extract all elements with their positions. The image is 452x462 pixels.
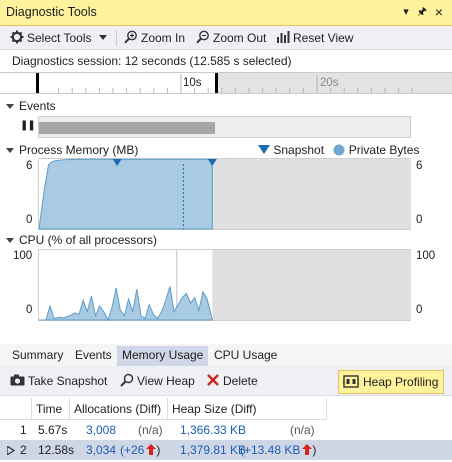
ruler-label-20s: 20s — [320, 77, 339, 89]
session-summary: Diagnostics session: 12 seconds (12.585 … — [12, 54, 292, 68]
window-title: Diagnostic Tools — [6, 5, 97, 19]
heap-size-diff-cell: (+13.48 KB) — [240, 443, 317, 457]
ruler-label-10s: 10s — [183, 77, 202, 89]
zoom-in-label: Zoom In — [141, 31, 186, 45]
events-bar[interactable] — [39, 122, 215, 134]
memory-actions-bar: Take Snapshot View Heap Delete Heap Prof… — [0, 366, 452, 396]
increase-arrow-icon — [302, 444, 313, 455]
heap-profiling-icon — [343, 375, 359, 388]
memory-y-min-left: 0 — [26, 214, 33, 226]
snapshot-table: ID Time Allocations (Diff) Heap Size (Di… — [0, 398, 452, 462]
take-snapshot-button[interactable]: Take Snapshot — [10, 373, 107, 391]
heap-profiling-toggle[interactable]: Heap Profiling — [338, 370, 444, 394]
events-title: Events — [19, 99, 56, 113]
delete-x-icon — [207, 374, 219, 386]
cpu-title: CPU (% of all processors) — [19, 233, 158, 247]
gear-icon — [10, 30, 24, 44]
heap-size-link[interactable]: 1,366.33 KB — [180, 420, 246, 440]
collapse-caret-icon — [6, 238, 14, 243]
allocations-diff-cell: (+26) — [120, 443, 161, 457]
tab-bar: Summary Events Memory Usage CPU Usage — [0, 344, 452, 366]
reset-view-icon — [277, 31, 290, 43]
zoom-out-icon — [196, 30, 209, 44]
heap-profiling-label: Heap Profiling — [363, 375, 439, 389]
pin-icon[interactable]: 🖈 — [414, 3, 430, 21]
reset-view-label: Reset View — [293, 31, 354, 45]
camera-icon — [10, 374, 25, 386]
column-header-heap-size[interactable]: Heap Size (Diff) — [168, 398, 327, 420]
delete-label: Delete — [223, 374, 258, 388]
toolbar-separator — [116, 30, 117, 46]
select-tools-button[interactable]: Select Tools — [10, 29, 107, 47]
memory-y-max-left: 6 — [26, 160, 33, 172]
snapshot-legend-icon — [258, 145, 270, 154]
memory-unselected-region — [212, 159, 411, 229]
column-header-time[interactable]: Time — [32, 398, 70, 420]
memory-title: Process Memory (MB) — [19, 143, 139, 157]
title-bar: Diagnostic Tools ▾ 🖈 × — [0, 0, 452, 26]
events-track — [38, 116, 411, 138]
column-header-id[interactable]: ID — [0, 398, 32, 420]
tab-memory-usage[interactable]: Memory Usage — [117, 346, 209, 366]
cpu-header[interactable]: CPU (% of all processors) — [6, 233, 157, 247]
search-icon — [120, 373, 134, 387]
snapshot-legend-label: Snapshot — [273, 143, 325, 157]
table-row[interactable]: 1 5.67s 3,008 (n/a) 1,366.33 KB (n/a) — [0, 420, 452, 440]
zoom-out-button[interactable]: Zoom Out — [196, 29, 266, 47]
allocations-diff: (n/a) — [138, 423, 163, 437]
column-header-allocations[interactable]: Allocations (Diff) — [70, 398, 168, 420]
cpu-y-max-left: 100 — [13, 250, 33, 262]
collapse-caret-icon — [6, 148, 14, 153]
selection-end-handle[interactable] — [215, 73, 218, 93]
take-snapshot-label: Take Snapshot — [28, 374, 108, 388]
view-heap-button[interactable]: View Heap — [120, 373, 195, 391]
memory-header[interactable]: Process Memory (MB) — [6, 143, 138, 157]
selection-start-handle[interactable] — [36, 73, 39, 93]
events-header[interactable]: Events — [6, 99, 56, 113]
private-bytes-legend-label: Private Bytes — [348, 143, 420, 157]
chevron-down-icon — [98, 35, 107, 40]
timeline-ruler[interactable]: 10s 20s — [0, 72, 452, 94]
close-icon[interactable]: × — [431, 3, 447, 21]
row-selected-pointer-icon — [7, 446, 15, 455]
tab-cpu-usage[interactable]: CPU Usage — [209, 346, 282, 366]
toolbar: Select Tools Zoom In Zoom Out Reset View — [0, 26, 452, 50]
memory-chart[interactable] — [38, 158, 411, 230]
row-id: 2 — [20, 443, 27, 457]
collapse-caret-icon — [6, 104, 14, 109]
zoom-in-button[interactable]: Zoom In — [124, 29, 185, 47]
private-bytes-area — [38, 158, 213, 230]
cpu-chart[interactable] — [38, 249, 411, 321]
select-tools-label: Select Tools — [27, 31, 92, 45]
memory-y-min-right: 0 — [416, 214, 423, 226]
zoom-out-label: Zoom Out — [213, 31, 267, 45]
view-heap-label: View Heap — [137, 374, 195, 388]
row-id: 1 — [20, 423, 27, 437]
heap-size-diff: (n/a) — [290, 423, 315, 437]
delete-button[interactable]: Delete — [207, 373, 258, 391]
allocations-diff-link[interactable]: (+26 — [120, 443, 144, 457]
cpu-y-min-left: 0 — [26, 304, 33, 316]
allocations-link[interactable]: 3,008 — [86, 420, 116, 440]
zoom-in-icon — [124, 30, 137, 44]
table-row-selected[interactable]: 2 12.58s 3,034 (+26) 1,379.81 KB (+13.48… — [0, 440, 452, 460]
row-time: 5.67s — [38, 423, 68, 437]
cpu-unselected-region — [212, 250, 411, 320]
heap-size-link[interactable]: 1,379.81 KB — [180, 440, 246, 460]
heap-size-diff-link[interactable]: (+13.48 KB — [240, 443, 300, 457]
increase-arrow-icon — [146, 444, 157, 455]
memory-y-max-right: 6 — [416, 160, 423, 172]
cpu-y-min-right: 0 — [416, 304, 423, 316]
tab-summary[interactable]: Summary — [7, 346, 68, 366]
cpu-y-max-right: 100 — [416, 250, 436, 262]
memory-legend: Snapshot Private Bytes — [258, 143, 419, 157]
allocations-link[interactable]: 3,034 — [86, 440, 116, 460]
private-bytes-legend-icon — [333, 144, 345, 156]
dropdown-icon[interactable]: ▾ — [398, 3, 414, 21]
tab-events[interactable]: Events — [70, 346, 117, 366]
row-time: 12.58s — [38, 443, 75, 457]
reset-view-button[interactable]: Reset View — [276, 29, 353, 47]
